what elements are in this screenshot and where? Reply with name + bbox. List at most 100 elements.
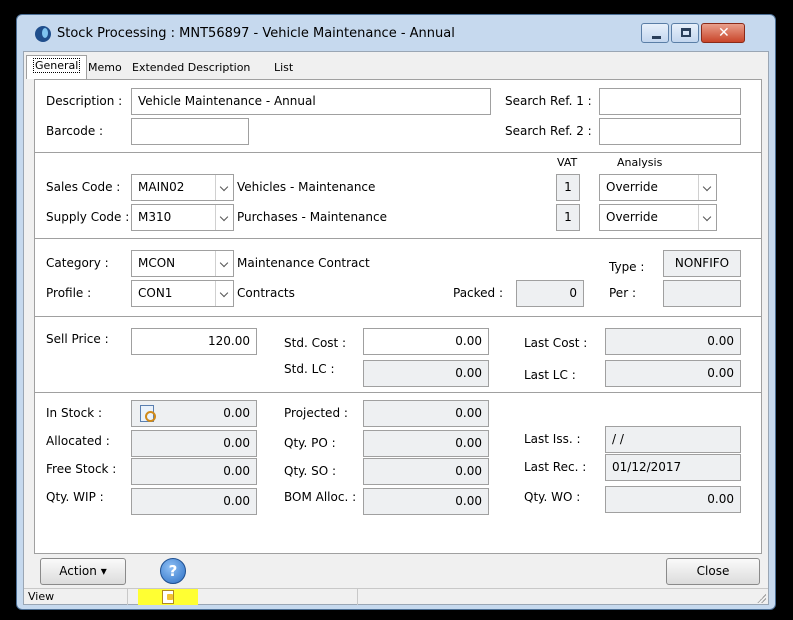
packed-label: Packed : — [453, 286, 504, 300]
qty-po-label: Qty. PO : — [284, 436, 336, 450]
sell-price-field[interactable]: 120.00 — [131, 328, 257, 355]
std-lc-field: 0.00 — [363, 360, 489, 387]
close-button[interactable]: Close — [666, 558, 760, 585]
chevron-down-icon[interactable] — [215, 205, 233, 230]
per-label: Per : — [609, 286, 636, 300]
last-iss-label: Last Iss. : — [524, 432, 581, 446]
stock-processing-window: Stock Processing : MNT56897 - Vehicle Ma… — [16, 14, 776, 610]
chevron-down-icon[interactable] — [698, 175, 716, 200]
free-stock-label: Free Stock : — [46, 462, 117, 476]
category-label: Category : — [46, 256, 109, 270]
supply-analysis-combo[interactable]: Override — [599, 204, 717, 231]
qty-po-field: 0.00 — [363, 430, 489, 457]
minimize-icon — [652, 36, 661, 39]
last-iss-field: / / — [605, 426, 741, 453]
vat-header: VAT — [557, 156, 578, 169]
tab-memo[interactable]: Memo — [82, 58, 128, 78]
free-stock-field: 0.00 — [131, 458, 257, 485]
allocated-field: 0.00 — [131, 430, 257, 457]
bom-alloc-field: 0.00 — [363, 488, 489, 515]
tab-strip: General Memo Extended Description List — [24, 52, 768, 80]
last-cost-label: Last Cost : — [524, 336, 588, 350]
sales-code-combo[interactable]: MAIN02 — [131, 174, 234, 201]
divider — [35, 152, 761, 153]
description-field[interactable]: Vehicle Maintenance - Annual — [131, 88, 491, 115]
std-cost-label: Std. Cost : — [284, 336, 347, 350]
maximize-icon — [681, 28, 691, 37]
qty-wo-label: Qty. WO : — [524, 490, 581, 504]
qty-so-label: Qty. SO : — [284, 464, 337, 478]
in-stock-field: 0.00 — [131, 400, 257, 427]
qty-so-field: 0.00 — [363, 458, 489, 485]
sales-code-label: Sales Code : — [46, 180, 121, 194]
last-lc-field: 0.00 — [605, 360, 741, 387]
qty-wip-label: Qty. WIP : — [46, 490, 104, 504]
general-tab-page: Description : Vehicle Maintenance - Annu… — [34, 79, 762, 554]
status-panel — [198, 589, 358, 605]
barcode-label: Barcode : — [46, 124, 104, 138]
title-bar[interactable]: Stock Processing : MNT56897 - Vehicle Ma… — [17, 15, 775, 51]
maximize-button[interactable] — [671, 23, 699, 43]
type-field: NONFIFO — [663, 250, 741, 277]
status-mode: View — [24, 589, 128, 605]
last-rec-field: 01/12/2017 — [605, 454, 741, 481]
chevron-down-icon[interactable] — [215, 281, 233, 306]
divider — [35, 238, 761, 239]
type-label: Type : — [609, 260, 645, 274]
last-rec-label: Last Rec. : — [524, 460, 587, 474]
window-title: Stock Processing : MNT56897 - Vehicle Ma… — [57, 26, 455, 41]
description-label: Description : — [46, 94, 123, 108]
app-logo-icon — [35, 26, 51, 42]
tab-list[interactable]: List — [268, 58, 299, 78]
supply-code-combo[interactable]: M310 — [131, 204, 234, 231]
search-ref2-label: Search Ref. 2 : — [505, 124, 592, 138]
qty-wo-field: 0.00 — [605, 486, 741, 513]
divider — [35, 392, 761, 393]
close-icon: ✕ — [718, 25, 730, 41]
chevron-down-icon[interactable] — [215, 175, 233, 200]
projected-label: Projected : — [284, 406, 348, 420]
chevron-down-icon[interactable] — [698, 205, 716, 230]
barcode-field[interactable] — [131, 118, 249, 145]
search-ref2-field[interactable] — [599, 118, 741, 145]
form-client-area: General Memo Extended Description List D… — [23, 51, 769, 605]
divider — [35, 316, 761, 317]
std-cost-field[interactable]: 0.00 — [363, 328, 489, 355]
stock-enquiry-icon[interactable] — [140, 405, 156, 422]
close-window-button[interactable]: ✕ — [701, 23, 745, 43]
profile-description: Contracts — [237, 286, 295, 300]
packed-field: 0 — [516, 280, 584, 307]
sales-code-description: Vehicles - Maintenance — [237, 180, 376, 194]
in-stock-label: In Stock : — [46, 406, 103, 420]
supply-vat-field[interactable]: 1 — [556, 204, 580, 231]
status-bar: View — [24, 588, 768, 605]
last-cost-field: 0.00 — [605, 328, 741, 355]
search-ref1-label: Search Ref. 1 : — [505, 94, 592, 108]
supply-code-description: Purchases - Maintenance — [237, 210, 387, 224]
supply-code-label: Supply Code : — [46, 210, 130, 224]
chevron-down-icon[interactable] — [215, 251, 233, 276]
profile-label: Profile : — [46, 286, 92, 300]
minimize-button[interactable] — [641, 23, 669, 43]
sell-price-label: Sell Price : — [46, 332, 109, 346]
sales-vat-field[interactable]: 1 — [556, 174, 580, 201]
last-lc-label: Last LC : — [524, 368, 576, 382]
qty-wip-field: 0.00 — [131, 488, 257, 515]
document-note-icon[interactable] — [162, 590, 174, 604]
allocated-label: Allocated : — [46, 434, 110, 448]
tab-general[interactable]: General — [26, 55, 88, 79]
action-menu-button[interactable]: Action ▾ — [40, 558, 126, 585]
sales-analysis-combo[interactable]: Override — [599, 174, 717, 201]
profile-combo[interactable]: CON1 — [131, 280, 234, 307]
per-field — [663, 280, 741, 307]
bom-alloc-label: BOM Alloc. : — [284, 490, 357, 504]
projected-field: 0.00 — [363, 400, 489, 427]
tab-extended-description[interactable]: Extended Description — [126, 58, 256, 78]
analysis-header: Analysis — [617, 156, 663, 169]
category-combo[interactable]: MCON — [131, 250, 234, 277]
help-icon[interactable]: ? — [160, 558, 186, 584]
resize-grip-icon[interactable] — [756, 593, 766, 603]
caret-down-icon: ▾ — [100, 564, 107, 578]
status-highlight — [138, 589, 198, 605]
search-ref1-field[interactable] — [599, 88, 741, 115]
